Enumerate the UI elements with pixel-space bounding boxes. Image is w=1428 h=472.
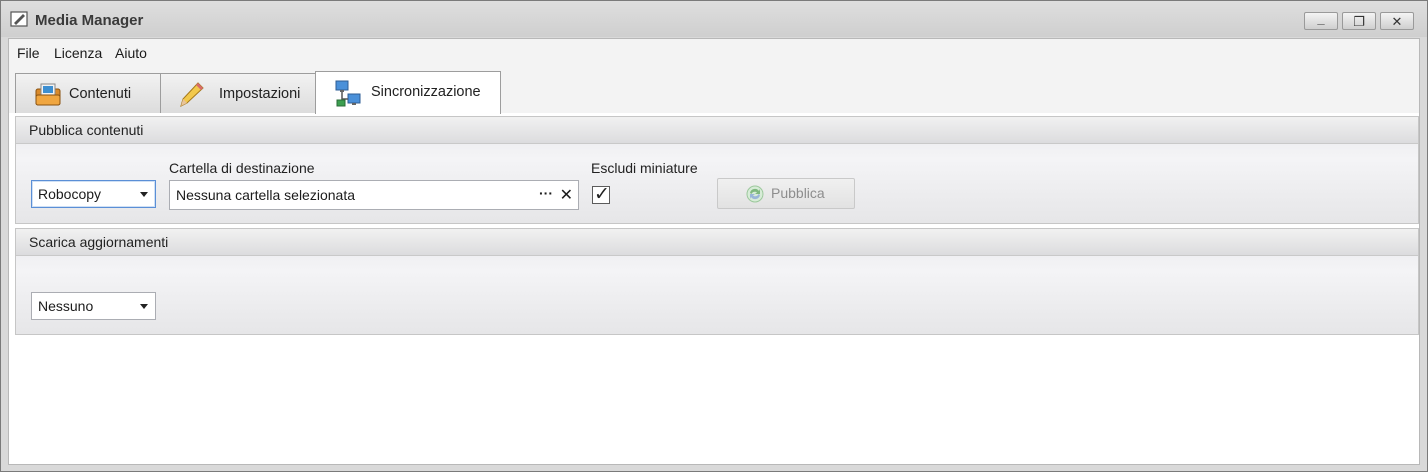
tab-strip: Contenuti Impostazioni Sincronizzazione <box>9 69 1419 114</box>
pencil-icon <box>180 82 204 107</box>
destination-value: Nessuna cartella selezionata <box>176 187 355 203</box>
checkmark-icon: ✓ <box>594 184 610 205</box>
tab-sincronizzazione-label: Sincronizzazione <box>371 84 481 100</box>
publish-group-title: Pubblica contenuti <box>29 122 144 138</box>
tab-sincronizzazione[interactable]: Sincronizzazione <box>315 71 501 114</box>
minimize-icon: _ <box>1317 10 1325 26</box>
window-title: Media Manager <box>35 12 144 29</box>
exclude-thumbnails-checkbox[interactable]: ✓ <box>592 184 610 205</box>
publish-button[interactable]: Pubblica <box>717 178 855 209</box>
chevron-down-icon <box>140 304 148 309</box>
menu-licenza[interactable]: Licenza <box>54 45 102 61</box>
update-source-combo[interactable]: Nessuno <box>31 292 156 320</box>
network-computers-icon <box>335 80 361 107</box>
pencil-note-icon <box>10 11 28 27</box>
updates-group: Scarica aggiornamenti Nessuno <box>15 228 1419 335</box>
client-area: File Licenza Aiuto Contenuti Impostazion… <box>8 38 1420 465</box>
close-window-button[interactable]: ✕ <box>1380 12 1414 30</box>
sync-icon <box>746 185 764 203</box>
chevron-down-icon <box>140 192 148 197</box>
menu-bar: File Licenza Aiuto <box>9 39 1419 69</box>
publish-group: Pubblica contenuti Robocopy Cartella di … <box>15 116 1419 224</box>
restore-button[interactable]: ❐ <box>1342 12 1376 30</box>
restore-icon: ❐ <box>1353 13 1365 29</box>
publish-group-header: Pubblica contenuti <box>16 117 1418 144</box>
menu-file[interactable]: File <box>17 45 40 61</box>
publish-method-combo[interactable]: Robocopy <box>31 180 156 208</box>
updates-group-title: Scarica aggiornamenti <box>29 234 169 250</box>
folder-icon <box>35 83 61 106</box>
menu-aiuto[interactable]: Aiuto <box>115 45 147 61</box>
minimize-button[interactable]: _ <box>1304 12 1338 30</box>
main-window: Media Manager _ ❐ ✕ File Licenza Aiuto C… <box>0 0 1428 472</box>
tab-contenuti[interactable]: Contenuti <box>15 73 161 113</box>
clear-destination-button[interactable]: ✕ <box>560 185 573 205</box>
title-bar[interactable]: Media Manager _ ❐ ✕ <box>1 1 1427 37</box>
close-icon: ✕ <box>1391 13 1403 29</box>
update-source-value: Nessuno <box>38 298 94 314</box>
exclude-thumbnails-label: Escludi miniature <box>591 160 698 176</box>
publish-button-label: Pubblica <box>771 185 825 201</box>
tab-impostazioni-label: Impostazioni <box>219 85 301 102</box>
tab-impostazioni[interactable]: Impostazioni <box>160 73 316 113</box>
tab-contenuti-label: Contenuti <box>69 85 132 102</box>
browse-folder-button[interactable]: ··· <box>539 185 553 201</box>
destination-field[interactable]: Nessuna cartella selezionata ··· ✕ <box>169 180 579 210</box>
updates-group-header: Scarica aggiornamenti <box>16 229 1418 256</box>
destination-label: Cartella di destinazione <box>169 160 315 176</box>
publish-method-value: Robocopy <box>38 186 102 202</box>
